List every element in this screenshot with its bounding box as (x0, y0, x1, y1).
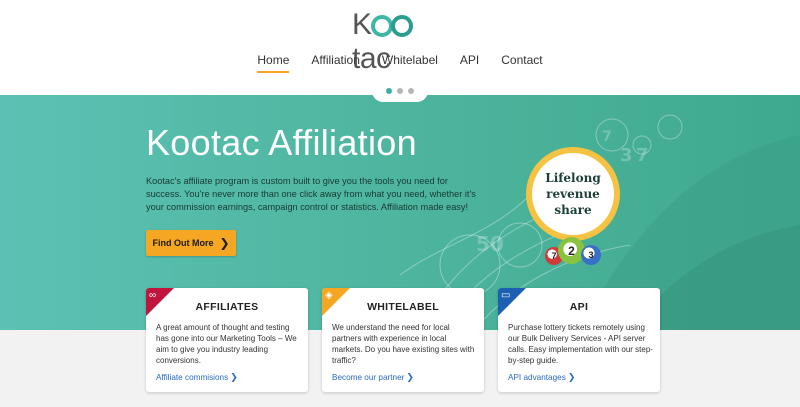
card-title: API (569, 301, 589, 313)
card-description: A great amount of thought and testing ha… (156, 323, 297, 365)
whitelabel-card: ◈ WHITELABEL We understand the need for … (322, 288, 484, 392)
become-our-partner-link[interactable]: Become our partner ❯ (332, 372, 414, 383)
svg-text:50: 50 (476, 232, 504, 256)
api-card: ▭ API Purchase lottery tickets remotely … (498, 288, 660, 392)
main-nav: Home Affiliation Whitelabel API Contact (0, 52, 800, 73)
chevron-right-icon: ❯ (567, 372, 576, 382)
find-out-more-label: Find Out More (152, 238, 214, 248)
nav-api[interactable]: API (449, 52, 490, 68)
nav-whitelabel[interactable]: Whitelabel (371, 52, 449, 68)
affiliate-commisions-link[interactable]: Affiliate commisions ❯ (156, 372, 238, 383)
logo-o-ring-icon (390, 15, 413, 37)
lottery-balls: 7 2 3 (545, 237, 609, 267)
api-advantages-link[interactable]: API advantages ❯ (508, 372, 575, 383)
svg-text:7: 7 (636, 145, 649, 166)
svg-text:3: 3 (620, 145, 633, 166)
slider-dot-2[interactable] (397, 88, 403, 94)
hero-title: Kootac Affiliation (146, 122, 417, 163)
logo-o-ring-icon (370, 15, 393, 37)
svg-text:7: 7 (602, 129, 612, 145)
slider-dot-1[interactable] (386, 88, 392, 94)
card-title: WHITELABEL (367, 301, 439, 313)
affiliates-card: ∞ AFFILIATES A great amount of thought a… (146, 288, 308, 392)
logo-letter-k: K (352, 8, 372, 41)
nav-affiliation[interactable]: Affiliation (300, 52, 370, 68)
card-description: We understand the need for local partner… (332, 323, 475, 365)
nav-home[interactable]: Home (246, 52, 300, 73)
card-title: AFFILIATES (195, 301, 259, 313)
hero-description: Kootac's affiliate program is custom bui… (146, 176, 476, 212)
lifelong-revenue-badge: Lifelong revenue share (526, 147, 620, 241)
chevron-right-icon: ❯ (219, 236, 230, 250)
find-out-more-button[interactable]: Find Out More ❯ (146, 230, 236, 256)
monitor-icon: ▭ (501, 290, 511, 301)
chevron-right-icon: ❯ (406, 372, 414, 382)
lottery-ball-icon: 3 (581, 245, 601, 265)
card-description: Purchase lottery tickets remotely using … (508, 323, 653, 365)
slider-dots (372, 80, 428, 102)
slider-dot-3[interactable] (408, 88, 414, 94)
link-icon: ∞ (149, 290, 157, 301)
nav-contact[interactable]: Contact (490, 52, 553, 68)
tag-icon: ◈ (325, 290, 333, 301)
kootac-logo[interactable]: Ktac (352, 8, 448, 75)
chevron-right-icon: ❯ (230, 372, 238, 382)
